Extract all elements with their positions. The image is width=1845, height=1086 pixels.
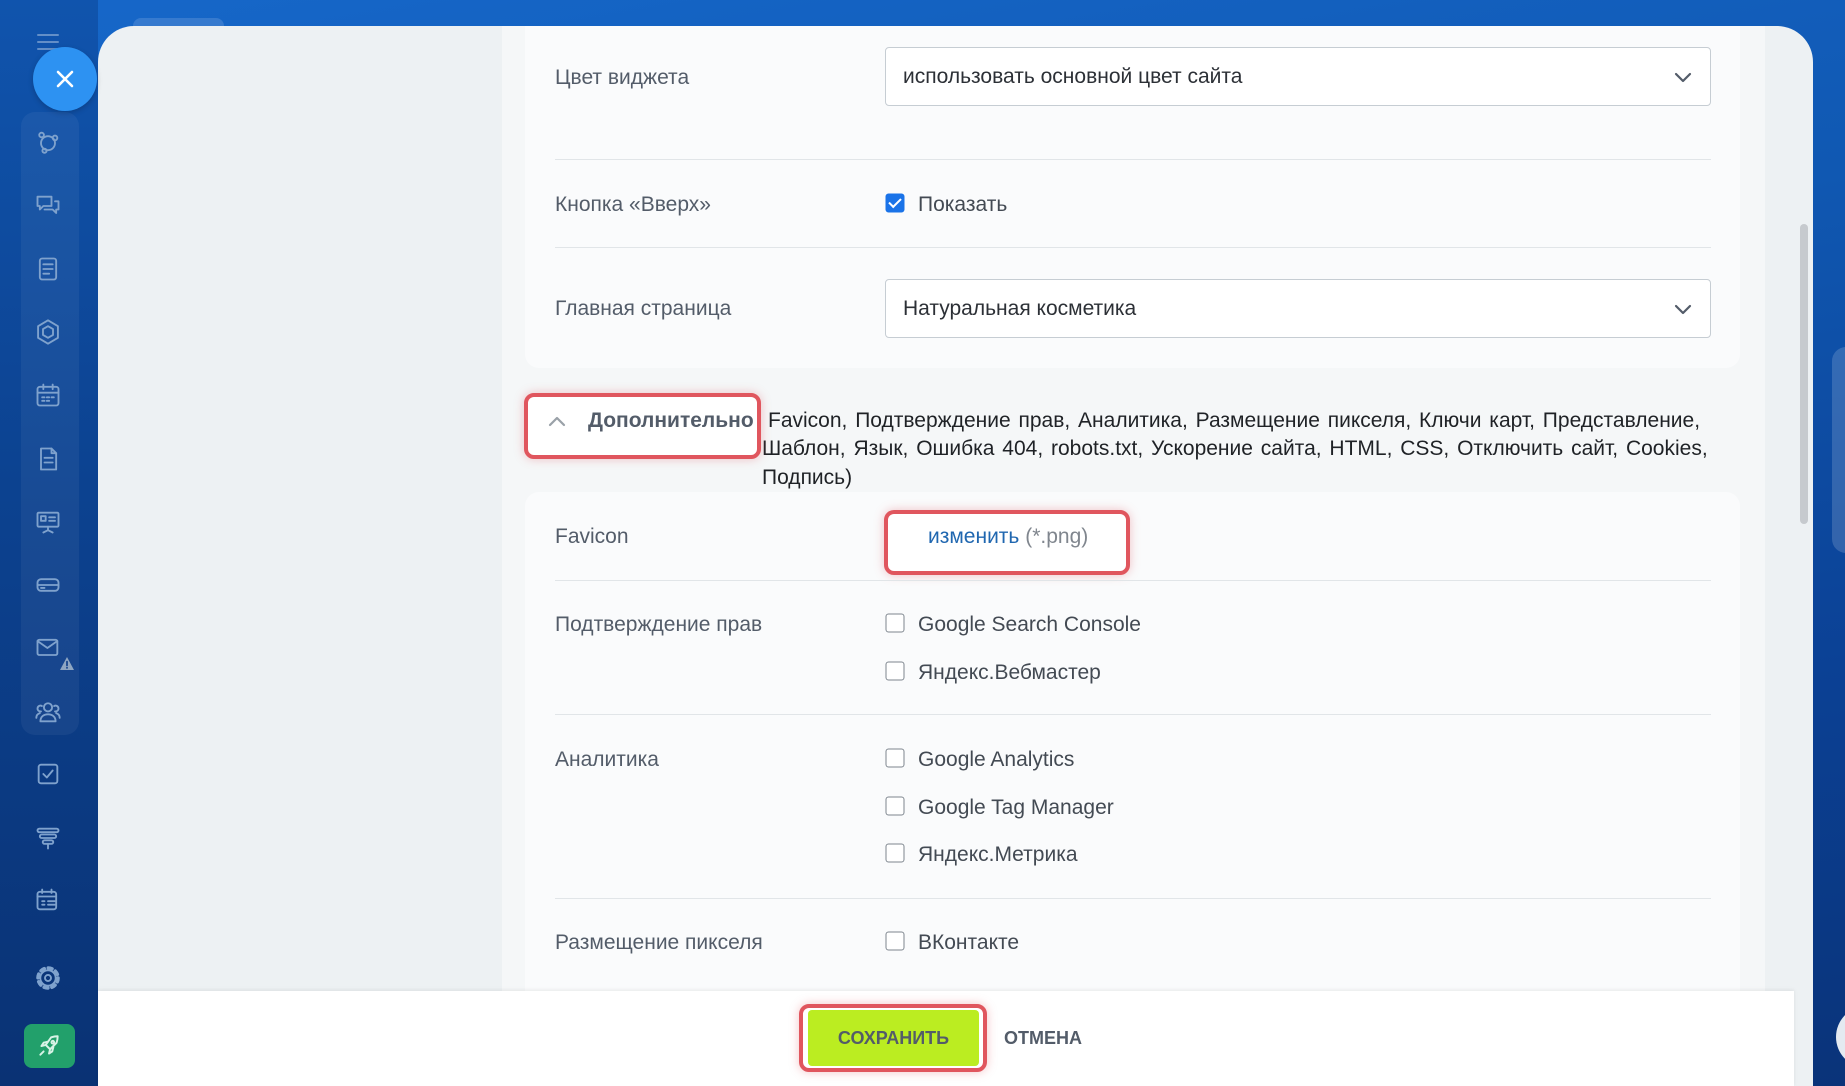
presentation-icon[interactable] [34,508,62,536]
google-analytics-label[interactable]: Google Analytics [918,747,1074,773]
favicon-format-hint: (*.png) [1025,525,1089,548]
chevron-up-icon [548,414,566,427]
widget-color-select[interactable]: использовать основной цвет сайта [885,47,1711,106]
drive-icon[interactable] [34,571,62,599]
advanced-summary-line: Подпись) [762,466,853,489]
show-scroll-up-option-label[interactable]: Показать [918,192,1007,218]
rights-confirmation-label: Подтверждение прав [555,613,763,636]
favicon-change-link[interactable]: изменить [928,525,1019,548]
hexagon-icon[interactable] [34,318,62,346]
yandex-webmaster-checkbox[interactable] [885,661,905,681]
google-tag-manager-label[interactable]: Google Tag Manager [918,795,1114,821]
advanced-summary-line: Шаблон, Язык, Ошибка 404, robots.txt, Ус… [762,437,1708,460]
google-analytics-checkbox[interactable] [885,748,905,768]
vkontakte-label[interactable]: ВКонтакте [918,930,1019,956]
warning-icon [59,656,75,671]
nodes-icon[interactable] [34,128,62,156]
scrollbar[interactable] [1800,224,1808,524]
feed-icon[interactable] [34,255,62,283]
background-circle [1836,1006,1845,1068]
divider [555,159,1711,160]
favicon-change: изменить (*.png) [928,525,1088,549]
widget-color-value: использовать основной цвет сайта [903,64,1243,88]
cancel-button[interactable]: ОТМЕНА [1000,1010,1086,1066]
widget-color-label: Цвет виджета [555,66,690,89]
google-tag-manager-checkbox[interactable] [885,796,905,816]
yandex-metrika-checkbox[interactable] [885,843,905,863]
mail-icon[interactable] [34,634,62,662]
home-page-value: Натуральная косметика [903,296,1137,320]
tasks-icon[interactable] [34,760,62,788]
close-icon [56,70,74,88]
divider [555,580,1711,581]
home-page-label: Главная страница [555,297,732,320]
background-panel-edge [1832,347,1845,553]
advanced-settings-card [525,492,1740,991]
advanced-summary-line: Favicon, Подтверждение прав, Аналитика, … [768,409,1701,432]
close-button[interactable] [33,47,97,111]
divider [555,714,1711,715]
home-page-select[interactable]: Натуральная косметика [885,279,1711,338]
filter-icon[interactable] [34,824,62,852]
chevron-down-icon [1674,303,1692,315]
favicon-label: Favicon [555,525,629,548]
chevron-down-icon [1674,71,1692,83]
chat-icon[interactable] [34,192,62,220]
vkontakte-checkbox[interactable] [885,931,905,951]
google-search-console-checkbox[interactable] [885,613,905,633]
schedule-icon[interactable] [34,886,62,914]
scroll-up-button-label: Кнопка «Вверх» [555,193,711,216]
analytics-label: Аналитика [555,748,659,771]
users-icon[interactable] [34,698,62,726]
gear-icon[interactable] [34,964,62,992]
yandex-metrika-label[interactable]: Яндекс.Метрика [918,842,1078,868]
pixel-placement-label: Размещение пикселя [555,931,763,954]
calendar-icon[interactable] [34,381,62,409]
rocket-icon [39,1035,59,1056]
save-button[interactable]: СОХРАНИТЬ [808,1010,979,1066]
rocket-button[interactable] [24,1024,75,1068]
google-search-console-label[interactable]: Google Search Console [918,612,1141,638]
divider [555,898,1711,899]
divider [555,247,1711,248]
yandex-webmaster-label[interactable]: Яндекс.Вебмастер [918,660,1101,686]
advanced-toggle[interactable]: Дополнительно [540,403,756,439]
advanced-toggle-label: Дополнительно [588,409,754,432]
document-icon[interactable] [34,445,62,473]
show-scroll-up-checkbox[interactable] [885,193,905,213]
